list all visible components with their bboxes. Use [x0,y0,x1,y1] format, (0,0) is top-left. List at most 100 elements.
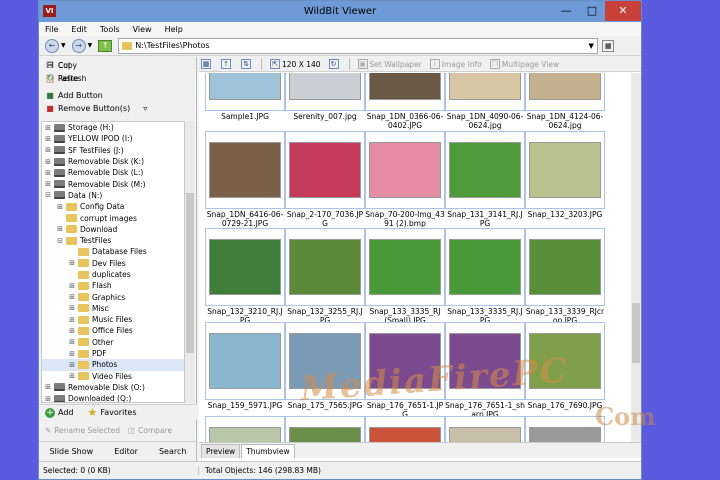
fullscreen-icon[interactable]: ▦ [602,39,615,52]
thumbnail-item[interactable]: Snap_176_7651-1_sharp.JPG [445,322,525,419]
tab-preview[interactable]: Preview [201,444,241,458]
thumbnail-item[interactable]: Serenity_007.jpg [285,73,365,121]
expand-toggle-icon[interactable]: ⊞ [68,361,76,369]
forward-icon[interactable]: → [71,38,86,53]
thumbnail-item[interactable]: Snap_159_5971.JPG [205,322,285,410]
slideshow-tab[interactable]: Slide Show [50,447,94,456]
expand-toggle-icon[interactable]: ⊞ [44,146,52,154]
thumbnail-item[interactable] [525,416,605,442]
tree-node[interactable]: ⊞ Other [42,337,184,348]
grid-scroll-thumb[interactable] [632,303,640,363]
tree-node[interactable]: ⊞ Removable Disk (L:) [42,167,184,178]
tree-node[interactable]: ⊞ Office Files [42,325,184,336]
expand-toggle-icon[interactable]: ⊟ [56,237,64,245]
thumbnail-item[interactable]: Snap_132_3203.JPG [525,131,605,219]
set-wallpaper-button[interactable]: ▣ Set Wallpaper [357,59,422,69]
minimize-button[interactable]: — [553,1,579,21]
thumbnail-item[interactable]: Snap_133_3339_RJcrop.JPG [525,228,605,325]
thumbnail-item[interactable] [445,416,525,442]
copy-button[interactable]: ❐ Copy [45,61,115,71]
tree-node[interactable]: ⊞ Dev Files [42,258,184,269]
thumb-size-button[interactable]: ⇱ 120 X 140 [270,59,321,69]
tree-node[interactable]: ⊞ Downloaded (Q:) [42,393,184,402]
sort-up-button[interactable]: ↑ [221,59,233,69]
search-tab[interactable]: Search [159,447,186,456]
tree-node[interactable]: Database Files [42,246,184,257]
thumbnail-item[interactable]: Snap_1DN_4124-06-0624.jpg [525,73,605,130]
thumbnail-item[interactable]: Snap_131_3141_RJ.JPG [445,131,525,228]
expand-toggle-icon[interactable]: ⊞ [44,180,52,188]
menu-edit[interactable]: Edit [71,25,87,34]
expand-toggle-icon[interactable]: ⊞ [44,124,52,132]
expand-toggle-icon[interactable]: ⊞ [56,203,64,211]
tree-node[interactable]: ⊟ Data (N:) [42,190,184,201]
expand-toggle-icon[interactable]: ⊞ [68,350,76,358]
tree-node[interactable]: ⊞ Flash [42,280,184,291]
back-dropdown-icon[interactable]: ▼ [61,42,66,49]
expand-toggle-icon[interactable]: ⊞ [44,158,52,166]
expand-toggle-icon[interactable]: ⊞ [68,316,76,324]
tree-node[interactable]: ⊞ Music Files [42,314,184,325]
expand-toggle-icon[interactable]: ⊞ [68,327,76,335]
thumbnail-item[interactable]: Snap_176_7690.JPG [525,322,605,410]
tree-node[interactable]: ⊞ Download [42,224,184,235]
thumbnail-item[interactable]: Snap_132_3255_RJ.JPG [285,228,365,325]
editor-tab[interactable]: Editor [114,447,138,456]
thumbnail-item[interactable]: Snap_133_3335_RJ.JPG [445,228,525,325]
thumbnail-item[interactable]: Snap_1DN_4090-06-0624.jpg [445,73,525,130]
address-field[interactable]: N:\TestFiles\Photos ▼ [118,37,599,54]
favorites-button[interactable]: ★ Favorites [88,406,137,419]
grid-scrollbar[interactable] [631,73,641,442]
back-icon[interactable]: ← [45,38,59,53]
menu-help[interactable]: Help [165,25,183,34]
remove-buttons-row[interactable]: ■ Remove Button(s) ▿ [39,102,196,115]
compare-button[interactable]: Compare [138,426,172,435]
close-button[interactable]: ✕ [605,1,641,21]
chevron-down-icon[interactable]: ▼ [585,42,597,50]
tree-node[interactable]: ⊞ YELLOW IPOD (I:) [42,133,184,144]
filter-icon[interactable]: ▿ [140,104,150,114]
add-favorite-button[interactable]: + Add [45,407,74,418]
thumbnail-item[interactable]: Snap_70-200-Img_4391 (2).bmp [365,131,445,228]
add-button-row[interactable]: ■ Add Button [39,89,196,102]
rename-selected-button[interactable]: Rename Selected [54,426,120,435]
tree-node[interactable]: ⊞ Misc [42,303,184,314]
forward-dropdown-icon[interactable]: ▼ [88,42,93,49]
tree-node[interactable]: ⊞ Video Files [42,371,184,382]
thumbnail-item[interactable]: Snap_175_7565.JPG [285,322,365,410]
tree-node[interactable]: corrupt images [42,212,184,223]
tree-node[interactable]: ⊞ Storage (H:) [42,122,184,133]
up-folder-icon[interactable]: ↑ [98,39,113,52]
thumbnail-item[interactable] [205,416,285,442]
thumbnail-item[interactable]: Snap_176_7651-1.JPG [365,322,445,419]
tree-node[interactable]: ⊞ Removable Disk (K:) [42,156,184,167]
thumbnail-item[interactable]: Snap_1DN_6416-06-0729-21.JPG [205,131,285,228]
menu-file[interactable]: File [45,25,58,34]
tree-node[interactable]: duplicates [42,269,184,280]
multipage-view-button[interactable]: ❐ Multipage View [489,59,559,69]
thumbnail-grid[interactable]: Sample1.JPG Serenity_007.jpg Snap_1DN_0366… [199,73,631,442]
expand-toggle-icon[interactable]: ⊞ [68,259,76,267]
tree-scrollbar[interactable] [185,121,195,403]
tree-node[interactable]: ⊞ SF TestFiles (J:) [42,145,184,156]
view-mode-button[interactable]: ▦ [201,59,213,69]
thumbnail-item[interactable] [365,416,445,442]
tab-thumbview[interactable]: Thumbview [241,444,295,458]
thumbnail-item[interactable]: Snap_133_3335_RJ (Small).JPG [365,228,445,325]
maximize-button[interactable]: □ [579,1,605,21]
menu-tools[interactable]: Tools [100,25,120,34]
expand-toggle-icon[interactable]: ⊞ [44,169,52,177]
expand-toggle-icon[interactable]: ⊞ [68,338,76,346]
thumbnail-item[interactable]: Snap_1DN_0366-06-0402.JPG [365,73,445,130]
rotate-button[interactable]: ↻ [328,59,341,69]
expand-toggle-icon[interactable]: ⊞ [44,395,52,402]
sort-down-button[interactable]: ⇅ [241,59,253,69]
expand-toggle-icon[interactable]: ⊞ [68,282,76,290]
thumbnail-item[interactable]: Sample1.JPG [205,73,285,121]
image-info-button[interactable]: i Image Info [429,59,482,69]
tree-node[interactable]: ⊞ PDF [42,348,184,359]
expand-toggle-icon[interactable]: ⊞ [56,225,64,233]
expand-toggle-icon[interactable]: ⊞ [68,304,76,312]
thumbnail-item[interactable] [285,416,365,442]
tree-node[interactable]: ⊞ Removable Disk (O:) [42,382,184,393]
